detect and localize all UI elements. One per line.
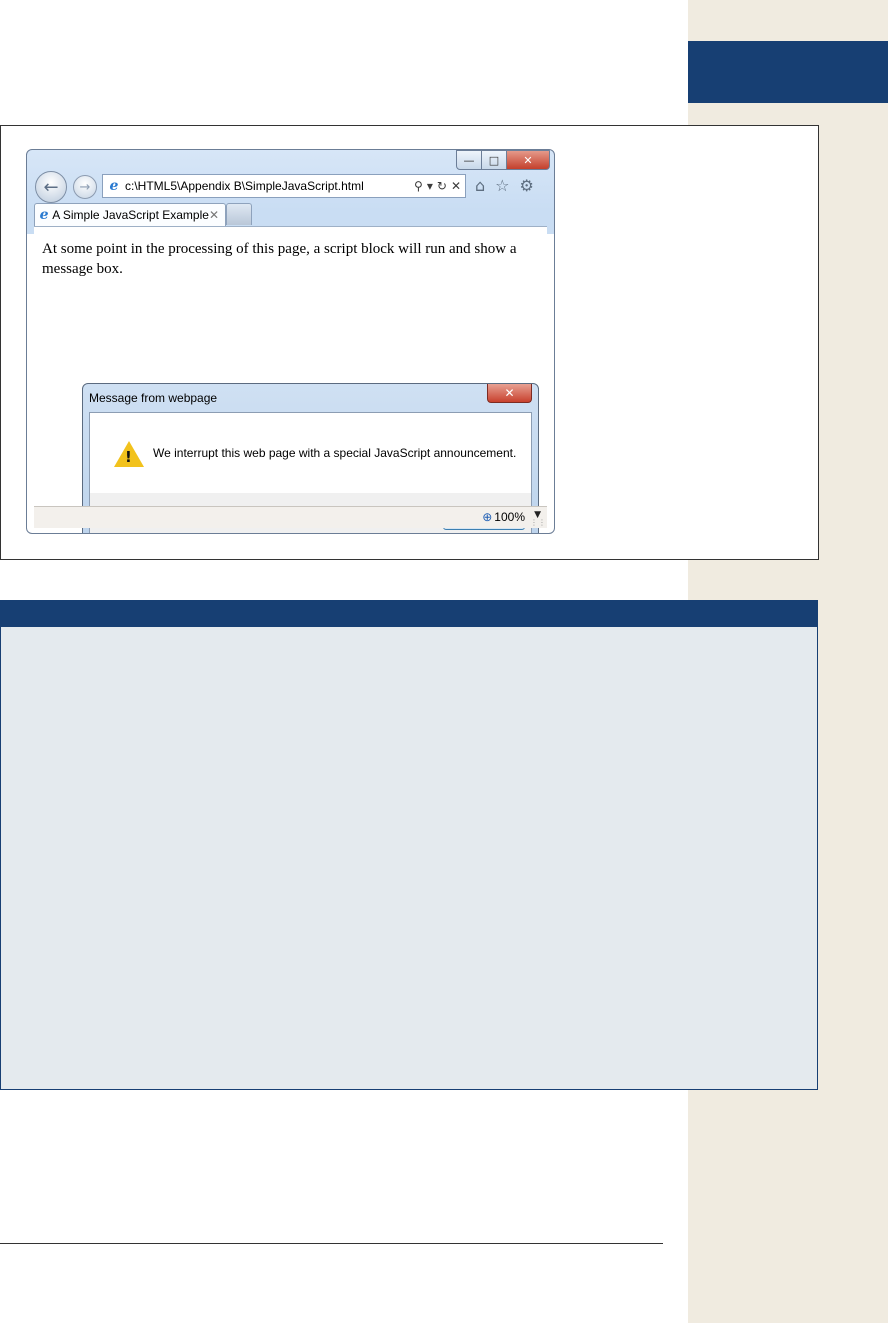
dialog-message: We interrupt this web page with a specia… [153, 446, 517, 460]
page-text: At some point in the processing of this … [42, 241, 517, 277]
window-close-button[interactable]: ✕ [507, 150, 550, 170]
status-bar: ⊕ 100% ▼ ⋮⋮ [34, 506, 547, 528]
dialog-close-button[interactable]: ✕ [487, 384, 532, 403]
new-tab-button[interactable] [226, 203, 252, 225]
tab-close-icon[interactable]: ✕ [209, 208, 225, 222]
ie-logo-icon: e [39, 207, 49, 223]
tools-gear-icon[interactable]: ⚙ [520, 176, 534, 195]
forward-arrow-icon[interactable]: → [73, 175, 97, 199]
zoom-level: 100% [494, 510, 525, 524]
zoom-control[interactable]: ⊕ 100% [482, 510, 525, 524]
favorites-star-icon[interactable]: ☆ [495, 176, 509, 195]
tab-title: A Simple JavaScript Example [52, 208, 209, 222]
warning-exclamation: ! [125, 448, 132, 466]
panel-header [1, 601, 817, 627]
tab-active[interactable]: e A Simple JavaScript Example ✕ [34, 203, 226, 226]
maximize-button[interactable]: □ [482, 150, 507, 170]
dialog-message-area: ! We interrupt this web page with a spec… [90, 413, 531, 493]
address-buttons: ⚲ ▾ ↻ ✕ [414, 179, 465, 193]
address-bar[interactable]: e c:\HTML5\Appendix B\SimpleJavaScript.h… [102, 174, 466, 198]
window-controls: — □ ✕ [456, 150, 550, 170]
ie-logo-icon: e [109, 178, 119, 194]
chapter-tab [688, 41, 888, 103]
dropdown-icon[interactable]: ▾ [427, 179, 433, 193]
back-arrow-icon[interactable]: ← [35, 171, 67, 203]
footer-rule [0, 1243, 663, 1244]
page-content: At some point in the processing of this … [34, 226, 547, 533]
zoom-icon: ⊕ [482, 510, 493, 524]
home-icon[interactable]: ⌂ [475, 176, 485, 195]
figure-frame: — □ ✕ ← → e c:\HTML5\Appendix B\SimpleJa… [0, 125, 819, 560]
minimize-button[interactable]: — [456, 150, 482, 170]
dialog-title: Message from webpage [89, 391, 218, 405]
refresh-icon[interactable]: ↻ [437, 179, 447, 193]
sidebar-panel [0, 600, 818, 1090]
stop-icon[interactable]: ✕ [451, 179, 461, 193]
address-text[interactable]: c:\HTML5\Appendix B\SimpleJavaScript.htm… [125, 179, 414, 193]
resize-grip-icon[interactable]: ⋮⋮ [530, 518, 546, 527]
search-icon[interactable]: ⚲ [414, 179, 423, 193]
browser-window: — □ ✕ ← → e c:\HTML5\Appendix B\SimpleJa… [26, 149, 555, 534]
toolbar-icons: ⌂ ☆ ⚙ [475, 176, 534, 195]
